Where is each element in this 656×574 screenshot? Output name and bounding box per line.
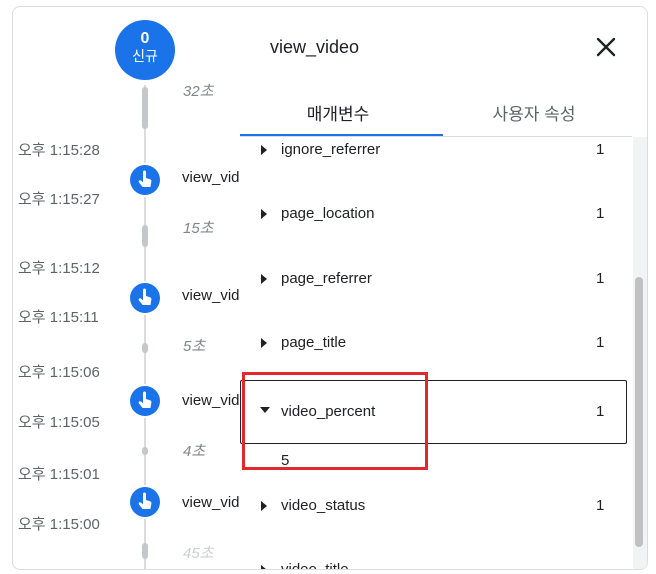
parameter-row[interactable]: page_location 1: [240, 201, 632, 231]
tab-parameters[interactable]: 매개변수: [240, 102, 436, 136]
parameter-key: video_status: [281, 497, 366, 514]
panel-title: view_video: [270, 37, 360, 57]
parameter-row[interactable]: video_title: [240, 557, 632, 569]
duration-label: 15초: [183, 220, 214, 237]
timestamp: 오후 1:15:12: [18, 260, 100, 277]
timestamp: 오후 1:15:11: [18, 309, 99, 326]
caret-right-icon: [261, 209, 267, 219]
event-item-icon[interactable]: [130, 165, 160, 195]
parameter-list: ignore_referrer 1 page_location 1 page_r…: [240, 137, 632, 569]
touch-icon: [138, 492, 152, 509]
touch-icon: [138, 170, 152, 187]
event-item-icon[interactable]: [130, 487, 160, 517]
annotation-highlight-box: [242, 372, 428, 470]
parameter-count: 1: [596, 205, 605, 222]
timestamp: 오후 1:15:28: [18, 142, 100, 159]
parameter-count: 1: [596, 403, 605, 420]
timestamp: 오후 1:15:01: [18, 466, 100, 483]
touch-icon: [138, 288, 152, 305]
timestamp: 오후 1:15:06: [18, 364, 100, 381]
parameter-row[interactable]: page_title 1: [240, 330, 632, 360]
caret-right-icon: [261, 565, 266, 569]
timeline-gap-bar: [142, 225, 148, 247]
event-timeline: 0 신규 32초 오후 1:15:28 view_video 오후 1:15:2…: [13, 7, 251, 569]
badge-label: 신규: [132, 48, 158, 64]
event-stream-card: 0 신규 32초 오후 1:15:28 view_video 오후 1:15:2…: [12, 6, 648, 570]
parameter-row[interactable]: ignore_referrer 1: [240, 137, 632, 167]
parameter-count: 1: [596, 270, 605, 287]
active-tab-indicator: [240, 134, 443, 136]
duration-label: 32초: [183, 83, 214, 100]
caret-right-icon: [261, 501, 267, 511]
tab-bar: 매개변수 사용자 속성: [240, 102, 632, 137]
duration-label: 5초: [183, 338, 206, 355]
event-name[interactable]: view_video: [182, 494, 242, 511]
event-name[interactable]: view_video: [182, 287, 242, 304]
event-item-icon[interactable]: [130, 283, 160, 313]
timeline-gap-bar: [142, 87, 148, 129]
new-event-count-badge[interactable]: 0 신규: [115, 20, 175, 80]
parameter-key: page_title: [281, 334, 347, 351]
duration-label: 4초: [183, 443, 206, 460]
parameter-count: 1: [596, 497, 605, 514]
badge-count: 0: [140, 30, 150, 47]
event-name[interactable]: view_video: [182, 169, 242, 186]
duration-label: 45초: [183, 545, 214, 562]
parameter-key: video_title: [281, 561, 349, 569]
touch-icon: [138, 391, 152, 408]
timestamp: 오후 1:15:00: [18, 516, 100, 533]
event-name[interactable]: view_video: [182, 392, 242, 409]
parameter-count: 1: [596, 141, 605, 158]
parameter-key: page_location: [281, 205, 375, 222]
caret-right-icon: [261, 145, 267, 155]
timestamp: 오후 1:15:05: [18, 414, 100, 431]
tab-user-properties[interactable]: 사용자 속성: [436, 102, 632, 136]
event-item-icon[interactable]: [130, 386, 160, 416]
timeline-gap-bar: [142, 543, 148, 559]
caret-right-icon: [261, 338, 267, 348]
timestamp: 오후 1:15:27: [18, 191, 100, 208]
parameter-key: page_referrer: [281, 270, 372, 287]
timeline-gap-bar: [142, 447, 148, 455]
scrollbar-thumb[interactable]: [635, 277, 643, 547]
parameter-row[interactable]: video_status 1: [240, 493, 632, 523]
parameter-key: ignore_referrer: [281, 141, 381, 158]
timeline-gap-bar: [142, 343, 148, 353]
close-button[interactable]: [592, 33, 620, 61]
parameter-count: 1: [596, 334, 605, 351]
close-icon: [596, 37, 616, 57]
event-detail-panel: view_video 매개변수 사용자 속성 ignore_referrer 1…: [240, 7, 647, 569]
caret-right-icon: [261, 274, 267, 284]
parameter-row[interactable]: page_referrer 1: [240, 266, 632, 296]
